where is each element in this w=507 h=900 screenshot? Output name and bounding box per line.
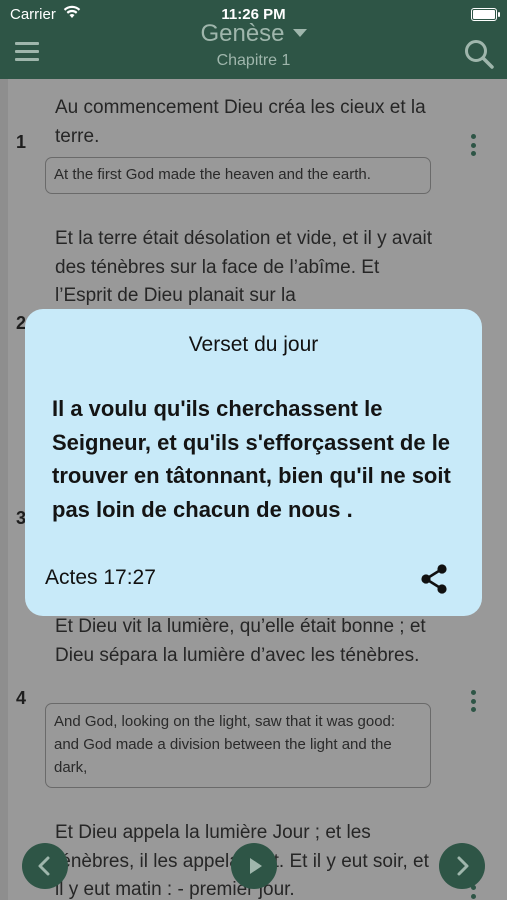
- verse-text-fr: Au commencement Dieu créa les cieux et l…: [55, 97, 426, 147]
- play-icon: [250, 858, 262, 874]
- verse-text-en: And God, looking on the light, saw that …: [45, 703, 431, 788]
- chevron-down-icon: [292, 28, 307, 37]
- verse-of-the-day-popup[interactable]: Verset du jour Il a voulu qu'ils chercha…: [25, 309, 482, 616]
- play-audio-button[interactable]: [231, 843, 277, 889]
- verse-text-fr: Et Dieu vit la lumière, qu’elle était bo…: [55, 616, 426, 666]
- chapter-label[interactable]: Chapitre 1: [0, 52, 507, 70]
- popup-title: Verset du jour: [188, 333, 319, 356]
- more-options-icon[interactable]: [470, 690, 478, 716]
- book-selector[interactable]: Genèse: [0, 20, 507, 48]
- verse-number: 1: [16, 132, 27, 152]
- next-chapter-button[interactable]: [439, 843, 485, 889]
- chevron-left-icon: [38, 856, 50, 876]
- verse-text-en: At the first God made the heaven and the…: [45, 157, 431, 194]
- navigation-bar: Carrier 11:26 PM Genèse Chapitre 1: [0, 0, 507, 79]
- more-options-icon[interactable]: [470, 134, 478, 160]
- book-title: Genèse: [200, 20, 285, 47]
- popup-reference: Actes 17:27: [45, 566, 156, 589]
- share-icon[interactable]: [418, 563, 450, 595]
- search-icon[interactable]: [463, 38, 495, 70]
- chevron-right-icon: [457, 856, 469, 876]
- verse-text-fr: Et la terre était désolation et vide, et…: [55, 228, 433, 306]
- verse-number: 4: [16, 688, 27, 708]
- popup-verse-text: Il a voulu qu'ils cherchassent le Seigne…: [52, 396, 451, 522]
- previous-chapter-button[interactable]: [22, 843, 68, 889]
- scroll-rail: [0, 79, 8, 900]
